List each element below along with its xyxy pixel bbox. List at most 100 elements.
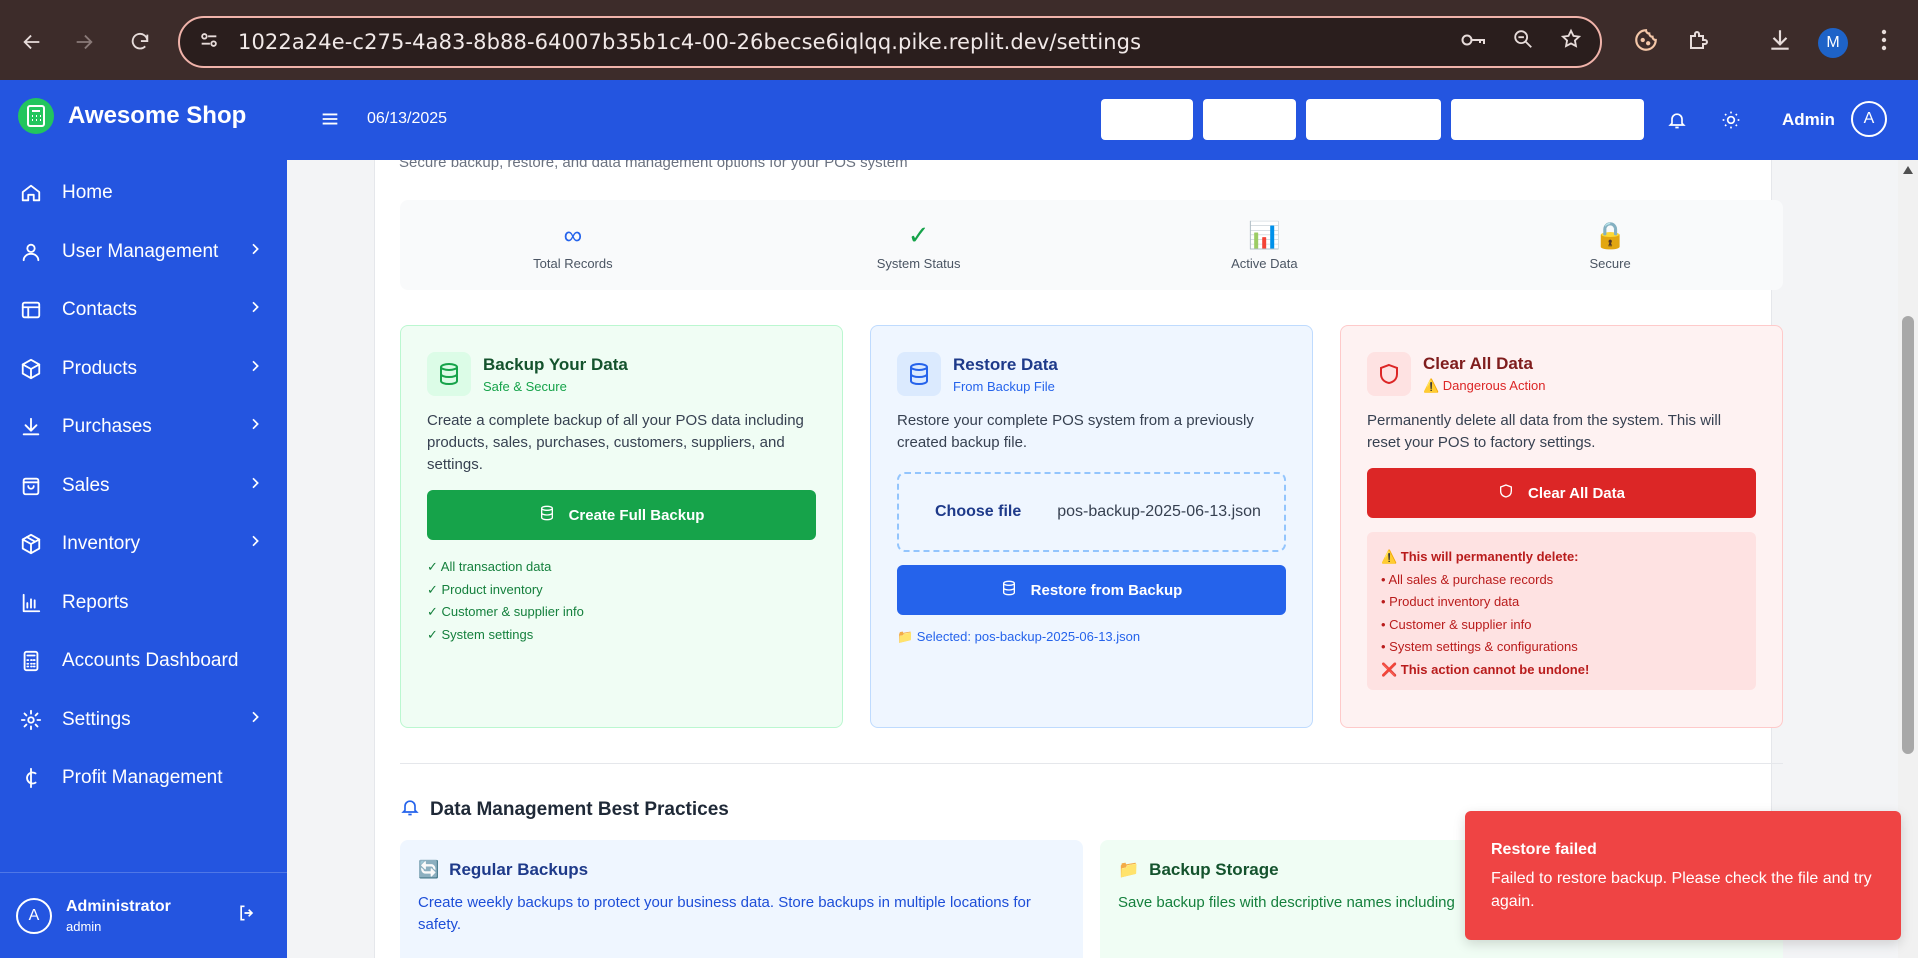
file-input[interactable]: Choose file pos-backup-2025-06-13.json xyxy=(897,472,1286,552)
restore-backup-button[interactable]: Restore from Backup xyxy=(897,565,1286,615)
sidebar-item-sales[interactable]: Sales xyxy=(0,457,287,516)
bell-icon[interactable] xyxy=(1667,110,1687,135)
backup-description: Create a complete backup of all your POS… xyxy=(427,412,804,473)
bookmark-star-icon[interactable] xyxy=(1560,28,1582,57)
download-icon xyxy=(18,414,44,440)
clear-all-data-button[interactable]: Clear All Data xyxy=(1367,468,1756,518)
sidebar-item-home[interactable]: Home xyxy=(0,164,287,223)
stat-item: ∞ Total Records xyxy=(400,200,746,290)
sidebar-item-purchases[interactable]: Purchases xyxy=(0,398,287,457)
selected-file-text: 📁 Selected: pos-backup-2025-06-13.json xyxy=(897,629,1141,644)
stat-label: Active Data xyxy=(1231,255,1298,271)
site-settings-icon[interactable] xyxy=(198,29,220,56)
sidebar-item-label: User Management xyxy=(62,240,219,262)
back-button[interactable] xyxy=(12,22,52,62)
warning-item: • All sales & purchase records xyxy=(1381,571,1554,587)
sidebar-item-products[interactable]: Products xyxy=(0,340,287,399)
admin-label[interactable]: Admin xyxy=(1782,110,1835,130)
page-scrollbar[interactable] xyxy=(1898,160,1918,958)
stat-icon: ✓ xyxy=(907,220,930,250)
sidebar-item-label: Reports xyxy=(62,591,129,613)
sidebar-item-label: Settings xyxy=(62,708,131,730)
hamburger-menu-icon[interactable] xyxy=(319,108,341,135)
sidebar-user: A Administrator admin xyxy=(0,872,287,958)
sidebar-item-settings[interactable]: Settings xyxy=(0,691,287,750)
warning-item: • Product inventory data xyxy=(1381,594,1520,609)
toast-message: Failed to restore backup. Please check t… xyxy=(1491,870,1872,910)
sidebar-item-profit-management[interactable]: Profit Management xyxy=(0,749,287,808)
avatar[interactable]: A xyxy=(16,897,52,934)
user-name: Administrator xyxy=(66,897,171,915)
download-icon[interactable] xyxy=(1762,22,1798,58)
brand-name: Awesome Shop xyxy=(68,102,247,129)
error-toast[interactable]: Restore failed Failed to restore backup.… xyxy=(1465,811,1901,940)
calculator-icon xyxy=(18,648,44,674)
best-practice-card: 🔄 Regular Backups Create weekly backups … xyxy=(400,840,1083,958)
scroll-up-arrow-icon[interactable] xyxy=(1903,166,1913,174)
chevron-right-icon xyxy=(247,358,263,380)
clear-subtitle: ⚠️ Dangerous Action xyxy=(1423,378,1546,393)
warning-item: • System settings & configurations xyxy=(1381,639,1578,654)
logout-icon[interactable] xyxy=(237,903,257,928)
sidebar-item-inventory[interactable]: Inventory xyxy=(0,515,287,574)
forward-button[interactable] xyxy=(64,22,104,62)
create-backup-label: Create Full Backup xyxy=(568,506,705,524)
page-subtitle: Secure backup, restore, and data managem… xyxy=(399,160,908,171)
best-practices-title: Data Management Best Practices xyxy=(430,799,729,820)
database-icon xyxy=(539,504,555,526)
warning-item: • Customer & supplier info xyxy=(1381,616,1532,632)
database-icon xyxy=(1001,579,1017,601)
cedi-icon xyxy=(18,765,44,791)
shield-icon xyxy=(1498,482,1514,504)
delete-warning-box: ⚠️ This will permanently delete: • All s… xyxy=(1367,532,1756,690)
address-bar[interactable]: 1022a24e-c275-4a83-8b88-64007b35b1c4-00-… xyxy=(178,16,1602,68)
choose-file-button[interactable]: Choose file xyxy=(935,503,1021,521)
header-button-2[interactable] xyxy=(1203,99,1296,140)
extensions-puzzle-icon[interactable] xyxy=(1680,22,1716,58)
stat-icon: 📊 xyxy=(1248,220,1281,250)
warning-footer: ❌ This action cannot be undone! xyxy=(1381,661,1590,677)
cookie-extension-icon[interactable] xyxy=(1628,22,1664,58)
sidebar-item-contacts[interactable]: Contacts xyxy=(0,281,287,340)
restore-title: Restore Data xyxy=(953,354,1058,374)
sun-theme-icon[interactable] xyxy=(1721,110,1741,135)
reload-button[interactable] xyxy=(120,22,160,62)
header-button-4[interactable] xyxy=(1451,99,1644,140)
profile-avatar[interactable]: M xyxy=(1818,28,1848,58)
header-button-3[interactable] xyxy=(1306,99,1441,140)
backup-card: Backup Your Data Safe & Secure Create a … xyxy=(400,325,843,728)
chevron-right-icon xyxy=(247,475,263,497)
create-backup-button[interactable]: Create Full Backup xyxy=(427,490,816,540)
restore-description: Restore your complete POS system from a … xyxy=(897,412,1254,451)
brand[interactable]: Awesome Shop xyxy=(18,98,246,134)
best-practice-description: Create weekly backups to protect your bu… xyxy=(418,894,1031,933)
clear-title: Clear All Data xyxy=(1423,354,1533,373)
chevron-right-icon xyxy=(247,709,263,731)
stat-icon: ∞ xyxy=(563,220,583,250)
chevron-right-icon xyxy=(247,416,263,438)
backup-checklist: ✓ All transaction data ✓ Product inventor… xyxy=(427,556,816,646)
sidebar-item-label: Purchases xyxy=(62,416,152,438)
sidebar-item-user-management[interactable]: User Management xyxy=(0,223,287,282)
sidebar-item-reports[interactable]: Reports xyxy=(0,574,287,633)
checklist-item: ✓ System settings xyxy=(427,626,534,642)
admin-avatar[interactable]: A xyxy=(1851,101,1887,137)
stat-label: Secure xyxy=(1589,255,1631,271)
restore-backup-label: Restore from Backup xyxy=(1030,581,1183,599)
sidebar: Awesome Shop Home User Management Contacts… xyxy=(0,80,287,958)
chevron-right-icon xyxy=(247,241,263,263)
package-icon xyxy=(18,531,44,557)
stat-label: Total Records xyxy=(533,255,613,271)
header-button-1[interactable] xyxy=(1101,99,1193,140)
zoom-icon[interactable] xyxy=(1512,28,1534,57)
password-key-icon[interactable] xyxy=(1460,28,1486,57)
stat-label: System Status xyxy=(876,255,961,271)
sidebar-item-label: Inventory xyxy=(62,533,141,555)
divider xyxy=(400,763,1783,764)
browser-menu-icon[interactable] xyxy=(1866,22,1902,58)
refresh-icon: 🔄 xyxy=(418,860,440,879)
toast-title: Restore failed xyxy=(1491,841,1597,858)
bar-chart-icon xyxy=(18,590,44,616)
scrollbar-thumb[interactable] xyxy=(1902,316,1914,754)
sidebar-item-accounts-dashboard[interactable]: Accounts Dashboard xyxy=(0,632,287,691)
